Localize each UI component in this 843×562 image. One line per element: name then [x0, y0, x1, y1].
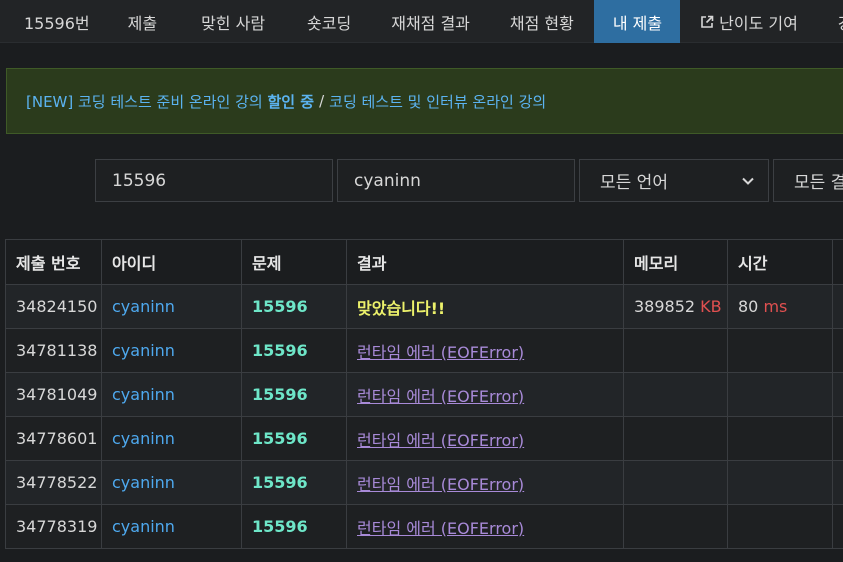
time-unit: ms: [763, 297, 788, 316]
header-result: 결과: [346, 239, 624, 285]
problem-link[interactable]: 15596: [252, 429, 308, 448]
table-row: 34781049 cyaninn 15596 런타임 에러 (EOFError): [5, 372, 843, 417]
banner-link-interview-lecture[interactable]: 코딩 테스트 및 인터뷰 온라인 강의: [329, 91, 546, 112]
user-link[interactable]: cyaninn: [112, 473, 175, 492]
problem-link[interactable]: 15596: [252, 385, 308, 404]
problem-id-value: 15596: [112, 170, 167, 191]
time-cell: 80 ms: [727, 284, 833, 329]
user-id-value: cyaninn: [354, 170, 421, 191]
header-submission-number: 제출 번호: [5, 239, 102, 285]
user-link[interactable]: cyaninn: [112, 341, 175, 360]
extra-cell: [832, 284, 843, 329]
banner-highlight: 할인 중: [267, 92, 315, 111]
nav-item-label: 15596번: [24, 13, 90, 33]
problem-nav-bar: 15596번 제출 맞힌 사람 숏코딩 재채점 결과 채점 현황 내 제출 난이…: [0, 0, 843, 43]
user-id-input[interactable]: cyaninn: [337, 159, 575, 202]
submission-number: 34781049: [5, 372, 102, 417]
extra-cell: [832, 504, 843, 549]
result-select[interactable]: 모든 결: [773, 159, 843, 202]
header-user-id: 아이디: [101, 239, 242, 285]
submission-number: 34778319: [5, 504, 102, 549]
memory-cell: [623, 460, 728, 505]
time-cell: [727, 416, 833, 461]
language-select[interactable]: 모든 언어: [579, 159, 769, 202]
user-link[interactable]: cyaninn: [112, 385, 175, 404]
nav-item-difficulty-contribution[interactable]: 난이도 기여: [680, 0, 822, 43]
nav-item-label: 채점 현황: [509, 13, 574, 33]
external-link-icon: [700, 15, 714, 29]
banner-separator: /: [319, 92, 325, 110]
promo-banner: [NEW] 코딩 테스트 준비 온라인 강의 할인 중 / 코딩 테스트 및 인…: [6, 68, 843, 134]
user-link[interactable]: cyaninn: [112, 429, 175, 448]
submission-number: 34778522: [5, 460, 102, 505]
table-row: 34778522 cyaninn 15596 런타임 에러 (EOFError): [5, 460, 843, 505]
nav-item-label: 내 제출: [612, 13, 663, 33]
memory-value: 389852: [634, 297, 696, 316]
extra-cell: [832, 328, 843, 373]
submission-number: 34824150: [5, 284, 102, 329]
nav-item-rejudge-results[interactable]: 재채점 결과: [373, 0, 492, 43]
time-value: 80: [738, 297, 759, 316]
header-problem: 문제: [241, 239, 347, 285]
result-runtime-error-link[interactable]: 런타임 에러 (EOFError): [357, 475, 524, 494]
nav-item-submit[interactable]: 제출: [108, 0, 185, 43]
extra-cell: [832, 460, 843, 505]
result-accepted: 맞았습니다!!: [357, 298, 446, 318]
nav-item-label: 난이도 기여: [719, 13, 798, 33]
table-header-row: 제출 번호 아이디 문제 결과 메모리 시간: [5, 239, 843, 285]
memory-cell: 389852 KB: [623, 284, 728, 329]
table-row: 34781138 cyaninn 15596 런타임 에러 (EOFError): [5, 328, 843, 373]
chevron-down-icon: [742, 177, 754, 185]
problem-link[interactable]: 15596: [252, 341, 308, 360]
banner-link-coding-test-prep[interactable]: [NEW] 코딩 테스트 준비 온라인 강의 할인 중: [26, 91, 314, 112]
time-cell: [727, 460, 833, 505]
user-link[interactable]: cyaninn: [112, 297, 175, 316]
time-cell: [727, 328, 833, 373]
banner-prefix: [NEW] 코딩 테스트 준비 온라인 강의: [26, 92, 268, 111]
extra-cell: [832, 372, 843, 417]
nav-item-label: 숏코딩: [307, 13, 352, 33]
submission-number: 34778601: [5, 416, 102, 461]
problem-id-input[interactable]: 15596: [95, 159, 333, 202]
table-row: 34824150 cyaninn 15596 맞았습니다!! 389852 KB…: [5, 284, 843, 329]
submission-number: 34781138: [5, 328, 102, 373]
nav-item-label: 강: [838, 10, 843, 34]
nav-item-label: 맞힌 사람: [201, 13, 266, 33]
problem-link[interactable]: 15596: [252, 473, 308, 492]
user-link[interactable]: cyaninn: [112, 517, 175, 536]
memory-cell: [623, 416, 728, 461]
table-row: 34778319 cyaninn 15596 런타임 에러 (EOFError): [5, 504, 843, 549]
result-runtime-error-link[interactable]: 런타임 에러 (EOFError): [357, 387, 524, 406]
problem-link[interactable]: 15596: [252, 517, 308, 536]
nav-item-lecture[interactable]: 강: [822, 0, 843, 43]
memory-cell: [623, 328, 728, 373]
result-runtime-error-link[interactable]: 런타임 에러 (EOFError): [357, 343, 524, 362]
nav-item-label: 재채점 결과: [391, 13, 470, 33]
table-row: 34778601 cyaninn 15596 런타임 에러 (EOFError): [5, 416, 843, 461]
header-extra: [832, 239, 843, 285]
result-select-value: 모든 결: [794, 173, 843, 193]
header-time: 시간: [727, 239, 833, 285]
nav-item-short-coding[interactable]: 숏코딩: [287, 0, 373, 43]
nav-item-label: 제출: [127, 13, 158, 33]
result-runtime-error-link[interactable]: 런타임 에러 (EOFError): [357, 519, 524, 538]
nav-item-my-submissions[interactable]: 내 제출: [593, 0, 681, 43]
nav-item-problem[interactable]: 15596번: [0, 0, 108, 43]
nav-item-judge-status[interactable]: 채점 현황: [492, 0, 594, 43]
header-memory: 메모리: [623, 239, 728, 285]
result-runtime-error-link[interactable]: 런타임 에러 (EOFError): [357, 431, 524, 450]
language-select-value: 모든 언어: [600, 173, 668, 193]
submission-status-table: 제출 번호 아이디 문제 결과 메모리 시간 34824150 cyaninn …: [5, 239, 843, 549]
time-cell: [727, 504, 833, 549]
memory-cell: [623, 504, 728, 549]
nav-item-solvers[interactable]: 맞힌 사람: [185, 0, 287, 43]
extra-cell: [832, 416, 843, 461]
memory-unit: KB: [700, 297, 722, 316]
time-cell: [727, 372, 833, 417]
problem-link[interactable]: 15596: [252, 297, 308, 316]
memory-cell: [623, 372, 728, 417]
